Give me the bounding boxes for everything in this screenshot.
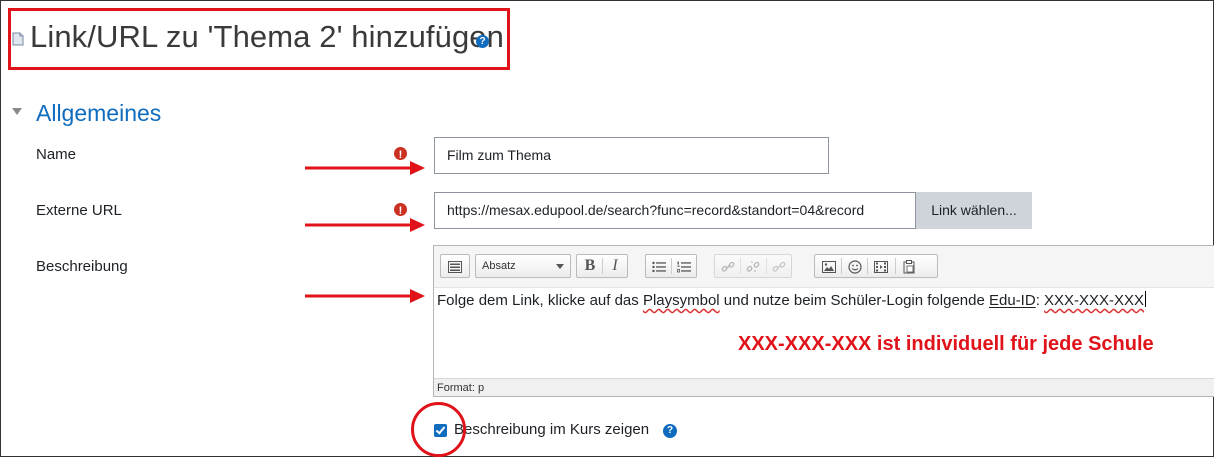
annotation-arrows — [305, 161, 425, 303]
arrow-name — [305, 161, 425, 175]
arrow-description — [305, 289, 425, 303]
arrow-url — [305, 218, 425, 232]
